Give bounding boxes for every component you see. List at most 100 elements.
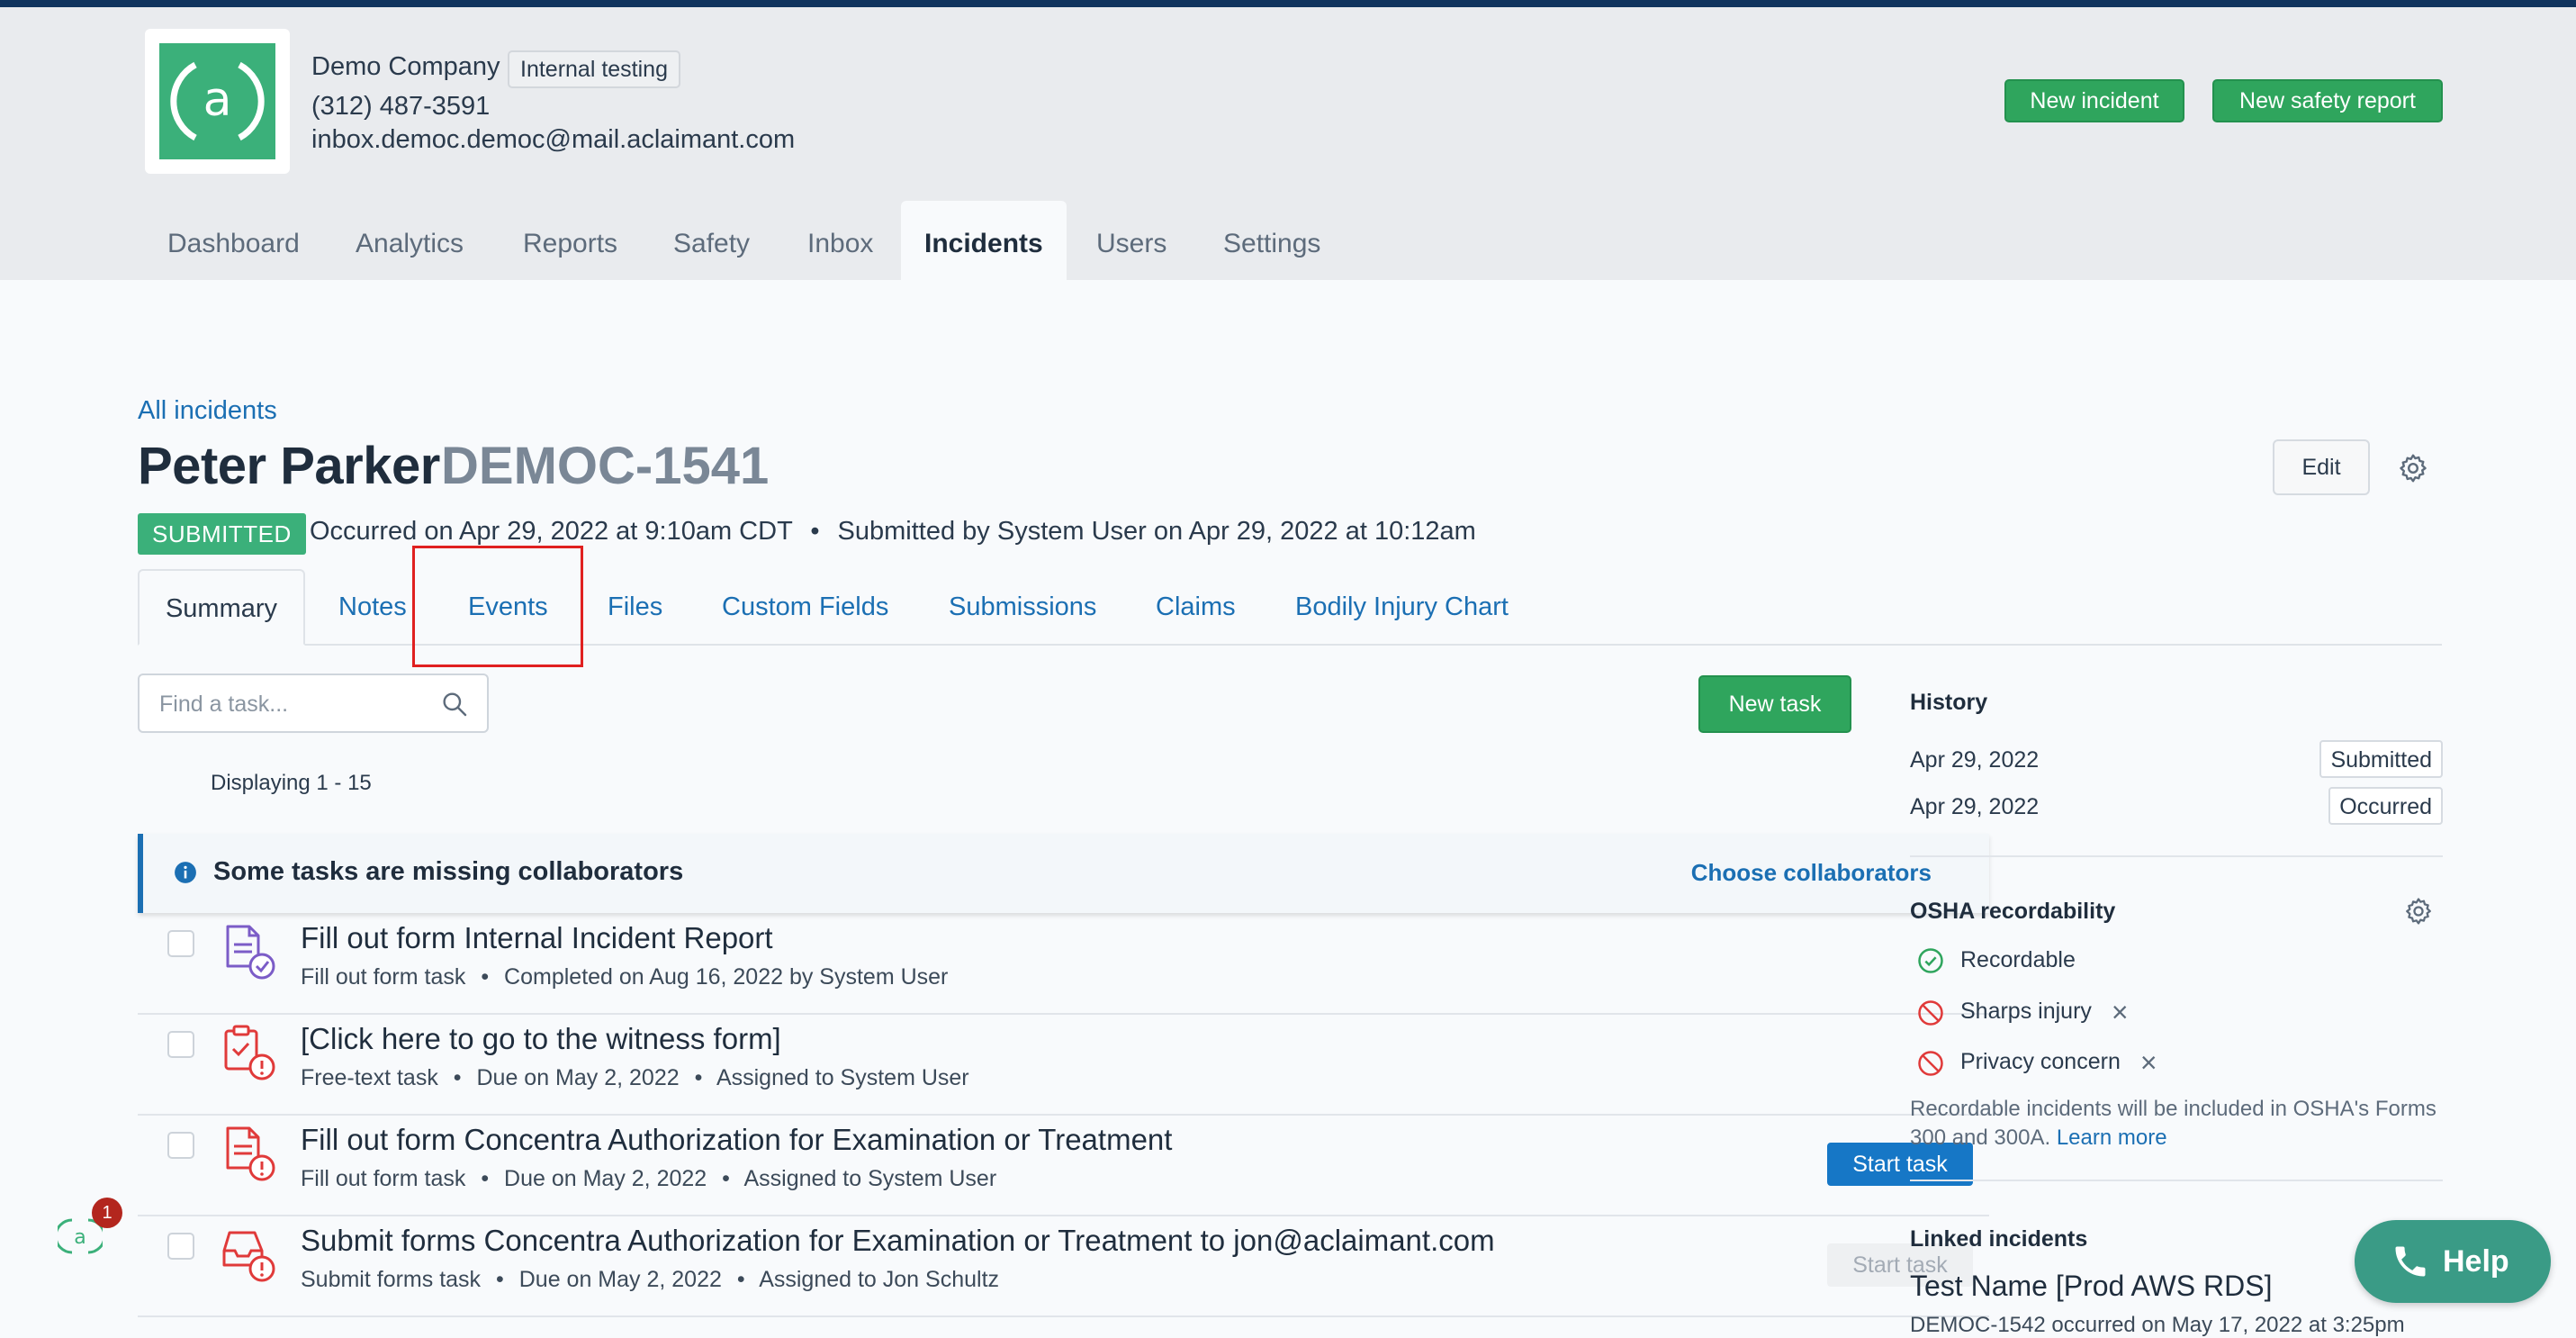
task-search-input[interactable]: [158, 686, 431, 722]
company-logo[interactable]: a: [145, 29, 290, 174]
meta-separator: •: [810, 517, 820, 546]
nav-incidents[interactable]: Incidents: [901, 201, 1067, 287]
task-meta-separator: •: [481, 1166, 490, 1191]
notification-badge: 1: [92, 1198, 122, 1228]
events-tab-highlight: [412, 546, 583, 667]
inbox-warning-icon: [222, 1231, 275, 1282]
phone-icon: [2395, 1246, 2426, 1277]
nav-inbox[interactable]: Inbox: [784, 201, 896, 287]
incident-settings-gear-icon[interactable]: [2397, 452, 2429, 484]
sidebar-divider: [1910, 1180, 2443, 1181]
task-meta-separator: •: [453, 1065, 462, 1090]
task-detail: Completed on Aug 16, 2022 by System User: [504, 964, 949, 990]
history-badge: Occurred: [2328, 787, 2443, 825]
task-search-box: [138, 674, 489, 733]
task-meta-separator: •: [736, 1267, 745, 1292]
learn-more-link[interactable]: Learn more: [2057, 1126, 2167, 1150]
new-incident-button[interactable]: New incident: [2004, 79, 2184, 122]
company-name: Demo Company: [311, 52, 500, 81]
occurred-text: Occurred on Apr 29, 2022 at 9:10am CDT: [310, 517, 793, 546]
svg-text:a: a: [74, 1226, 86, 1249]
choose-collaborators-link[interactable]: Choose collaborators: [1691, 859, 1932, 887]
new-task-button[interactable]: New task: [1698, 675, 1851, 733]
task-assignee: Assigned to Jon Schultz: [759, 1267, 1000, 1292]
osha-item-label: Recordable: [1960, 947, 2076, 972]
task-type: Fill out form task: [301, 1166, 466, 1191]
task-assignee: Assigned to System User: [743, 1166, 997, 1191]
company-email: inbox.democ.democ@mail.aclaimant.com: [311, 125, 796, 154]
nav-safety[interactable]: Safety: [650, 201, 773, 287]
task-row[interactable]: Fill out form Internal Incident Report F…: [138, 914, 1989, 1015]
environment-badge: Internal testing: [508, 50, 680, 88]
logo-mark: a: [159, 43, 275, 159]
task-row[interactable]: [Click here to go to the witness form] F…: [138, 1015, 1989, 1116]
info-icon: [175, 862, 196, 883]
osha-item-label: Sharps injury: [1960, 999, 2092, 1025]
task-row[interactable]: Fill out form Concentra Authorization fo…: [138, 1116, 1989, 1216]
status-badge: SUBMITTED: [138, 513, 306, 555]
task-meta-separator: •: [694, 1065, 703, 1090]
breadcrumb-all-incidents[interactable]: All incidents: [138, 396, 277, 426]
osha-item-label: Privacy concern: [1960, 1049, 2121, 1075]
nav-reports[interactable]: Reports: [500, 201, 641, 287]
header: a Demo Company Internal testing (312) 48…: [0, 7, 2576, 287]
task-due: Due on May 2, 2022: [476, 1065, 680, 1090]
task-checkbox[interactable]: [167, 930, 194, 957]
tab-custom-fields[interactable]: Custom Fields: [722, 569, 888, 646]
prohibited-icon: [1918, 999, 1943, 1026]
task-meta: Free-text task • Due on May 2, 2022 • As…: [301, 1065, 969, 1091]
nav-analytics[interactable]: Analytics: [332, 201, 487, 287]
task-checkbox[interactable]: [167, 1031, 194, 1058]
tab-claims[interactable]: Claims: [1156, 569, 1236, 646]
search-icon[interactable]: [440, 690, 469, 719]
task-checkbox[interactable]: [167, 1233, 194, 1260]
history-heading: History: [1910, 690, 1988, 715]
task-meta: Fill out form task • Completed on Aug 16…: [301, 964, 948, 990]
incident-meta: Occurred on Apr 29, 2022 at 9:10am CDT •…: [310, 517, 1476, 547]
edit-button[interactable]: Edit: [2273, 439, 2370, 495]
task-due: Due on May 2, 2022: [518, 1267, 722, 1292]
osha-note: Recordable incidents will be included in…: [1910, 1095, 2443, 1153]
task-title[interactable]: [Click here to go to the witness form]: [301, 1022, 781, 1056]
osha-settings-gear-icon[interactable]: [2403, 896, 2434, 927]
svg-text:a: a: [203, 73, 232, 127]
task-meta-separator: •: [481, 964, 490, 990]
new-safety-report-button[interactable]: New safety report: [2212, 79, 2443, 122]
nav-settings[interactable]: Settings: [1200, 201, 1344, 287]
linked-incident-meta: DEMOC-1542 occurred on May 17, 2022 at 3…: [1910, 1313, 2405, 1337]
tab-summary[interactable]: Summary: [138, 569, 305, 646]
task-row[interactable]: Submit forms Concentra Authorization for…: [138, 1216, 1989, 1317]
linked-incidents-heading: Linked incidents: [1910, 1226, 2088, 1252]
tab-notes[interactable]: Notes: [338, 569, 407, 646]
osha-item-sharps-injury: Sharps injury ×: [1917, 996, 2129, 1029]
help-label: Help: [2443, 1244, 2509, 1279]
task-assignee: Assigned to System User: [716, 1065, 969, 1090]
task-title[interactable]: Submit forms Concentra Authorization for…: [301, 1224, 1495, 1258]
alert-message: Some tasks are missing collaborators: [213, 857, 684, 886]
check-circle-icon: [1918, 948, 1943, 974]
nav-users[interactable]: Users: [1073, 201, 1190, 287]
nav-dashboard[interactable]: Dashboard: [144, 201, 323, 287]
tab-submissions[interactable]: Submissions: [949, 569, 1096, 646]
task-meta-separator: •: [496, 1267, 504, 1292]
top-strip: [0, 0, 2576, 7]
tab-bodily-injury-chart[interactable]: Bodily Injury Chart: [1295, 569, 1509, 646]
form-warning-icon: [226, 1126, 275, 1181]
task-type: Free-text task: [301, 1065, 438, 1090]
osha-heading: OSHA recordability: [1910, 899, 2116, 924]
osha-note-text: Recordable incidents will be included in…: [1910, 1097, 2436, 1150]
help-button[interactable]: Help: [2355, 1220, 2551, 1303]
incident-id: DEMOC-1541: [441, 437, 770, 495]
sidebar-divider: [1910, 855, 2443, 857]
remove-x-icon[interactable]: ×: [2140, 1046, 2157, 1079]
osha-item-privacy-concern: Privacy concern ×: [1917, 1046, 2157, 1080]
submitted-text: Submitted by System User on Apr 29, 2022…: [837, 517, 1476, 546]
task-checkbox[interactable]: [167, 1132, 194, 1159]
history-date: Apr 29, 2022: [1910, 794, 2040, 819]
linked-incident-title[interactable]: Test Name [Prod AWS RDS]: [1910, 1270, 2272, 1303]
remove-x-icon[interactable]: ×: [2112, 996, 2129, 1028]
task-title[interactable]: Fill out form Concentra Authorization fo…: [301, 1123, 1172, 1157]
tab-files[interactable]: Files: [608, 569, 662, 646]
task-title[interactable]: Fill out form Internal Incident Report: [301, 921, 773, 955]
incident-name: Peter Parker: [138, 437, 440, 495]
